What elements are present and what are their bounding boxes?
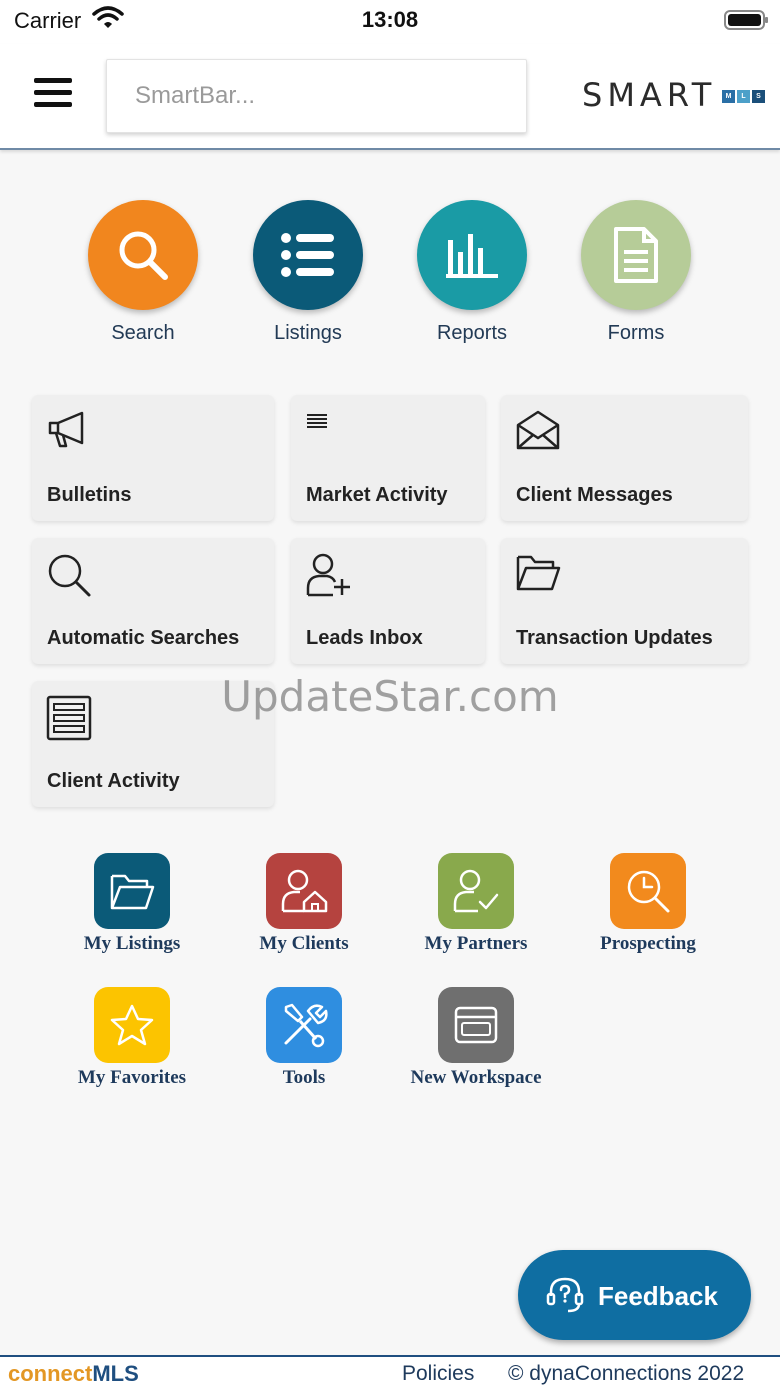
smartmls-logo: SMART M L S bbox=[582, 76, 772, 116]
carrier-label: Carrier bbox=[14, 8, 82, 33]
tile-client-activity-label: Client Activity bbox=[47, 770, 180, 792]
tile-leads-inbox-label: Leads Inbox bbox=[306, 627, 423, 649]
tile-leads-inbox[interactable]: Leads Inbox bbox=[291, 538, 485, 664]
battery-icon bbox=[724, 8, 770, 37]
search-icon bbox=[88, 200, 198, 310]
tile-transaction-updates-label: Transaction Updates bbox=[516, 627, 713, 649]
megaphone-icon bbox=[46, 409, 90, 454]
logo-text: SMART bbox=[582, 76, 717, 114]
app-my-partners-label: My Partners bbox=[424, 933, 528, 954]
bar-chart-icon bbox=[417, 200, 527, 310]
quick-reports-label: Reports bbox=[436, 322, 508, 344]
logo-block-m: M bbox=[722, 90, 735, 103]
tile-client-messages-label: Client Messages bbox=[516, 484, 673, 506]
app-my-clients-label: My Clients bbox=[259, 933, 349, 954]
quick-search-label: Search bbox=[111, 322, 175, 344]
quick-forms-button[interactable]: Forms bbox=[581, 200, 691, 345]
clock-search-icon bbox=[610, 853, 686, 929]
tile-bulletins[interactable]: Bulletins bbox=[32, 395, 274, 521]
tile-client-messages[interactable]: Client Messages bbox=[501, 395, 748, 521]
star-icon bbox=[94, 987, 170, 1063]
tile-market-activity[interactable]: Market Activity bbox=[291, 395, 485, 521]
tile-automatic-searches-label: Automatic Searches bbox=[47, 627, 240, 649]
status-bar: Carrier 13:08 bbox=[0, 0, 780, 44]
feedback-label: Feedback bbox=[598, 1281, 718, 1311]
user-check-icon bbox=[438, 853, 514, 929]
quick-listings-button[interactable]: Listings bbox=[253, 200, 363, 345]
tile-bulletins-label: Bulletins bbox=[47, 484, 132, 506]
app-new-workspace-label: New Workspace bbox=[410, 1067, 542, 1088]
quick-reports-button[interactable]: Reports bbox=[417, 200, 527, 345]
app-my-clients[interactable]: My Clients bbox=[224, 853, 384, 955]
app-new-workspace[interactable]: New Workspace bbox=[396, 987, 556, 1089]
lines-icon bbox=[305, 409, 333, 438]
hamburger-menu-icon[interactable] bbox=[34, 78, 72, 110]
footer: connectMLS Policies © dynaConnections 20… bbox=[0, 1355, 780, 1387]
folder-icon bbox=[94, 853, 170, 929]
tile-client-activity[interactable]: Client Activity bbox=[32, 681, 274, 807]
app-header: SMART M L S bbox=[0, 44, 780, 150]
app-prospecting-label: Prospecting bbox=[600, 933, 696, 954]
quick-forms-label: Forms bbox=[607, 322, 665, 344]
smartbar-input[interactable] bbox=[107, 60, 526, 132]
logo-block-l: L bbox=[737, 90, 750, 103]
app-my-partners[interactable]: My Partners bbox=[396, 853, 556, 955]
document-icon bbox=[581, 200, 691, 310]
envelope-open-icon bbox=[515, 409, 561, 456]
window-icon bbox=[438, 987, 514, 1063]
quick-listings-label: Listings bbox=[274, 322, 342, 344]
app-tools-label: Tools bbox=[282, 1067, 326, 1088]
copyright-text: © dynaConnections 2022 bbox=[508, 1362, 745, 1385]
folder-icon bbox=[515, 552, 561, 597]
smartbar[interactable] bbox=[106, 59, 527, 133]
tile-transaction-updates[interactable]: Transaction Updates bbox=[501, 538, 748, 664]
feedback-button[interactable]: Feedback bbox=[518, 1250, 751, 1340]
tile-automatic-searches[interactable]: Automatic Searches bbox=[32, 538, 274, 664]
list-icon bbox=[253, 200, 363, 310]
brand-part1: connect bbox=[8, 1361, 93, 1386]
policies-link[interactable]: Policies bbox=[402, 1362, 474, 1386]
help-support-icon bbox=[546, 1276, 584, 1319]
tile-market-activity-label: Market Activity bbox=[306, 484, 448, 506]
quick-search-button[interactable]: Search bbox=[88, 200, 198, 345]
search-icon bbox=[46, 552, 92, 603]
app-tools[interactable]: Tools bbox=[224, 987, 384, 1089]
list-box-icon bbox=[46, 695, 92, 746]
app-my-favorites-label: My Favorites bbox=[77, 1067, 187, 1088]
app-prospecting[interactable]: Prospecting bbox=[568, 853, 728, 955]
app-my-listings-label: My Listings bbox=[83, 933, 181, 954]
user-add-icon bbox=[305, 552, 353, 603]
brand-part2: MLS bbox=[92, 1361, 139, 1386]
app-my-listings[interactable]: My Listings bbox=[52, 853, 212, 955]
connectmls-logo: connectMLS bbox=[8, 1361, 139, 1387]
user-home-icon bbox=[266, 853, 342, 929]
wifi-icon bbox=[92, 6, 124, 35]
logo-blocks: M L S bbox=[722, 90, 765, 103]
logo-block-s: S bbox=[752, 90, 765, 103]
app-my-favorites[interactable]: My Favorites bbox=[52, 987, 212, 1089]
tools-icon bbox=[266, 987, 342, 1063]
